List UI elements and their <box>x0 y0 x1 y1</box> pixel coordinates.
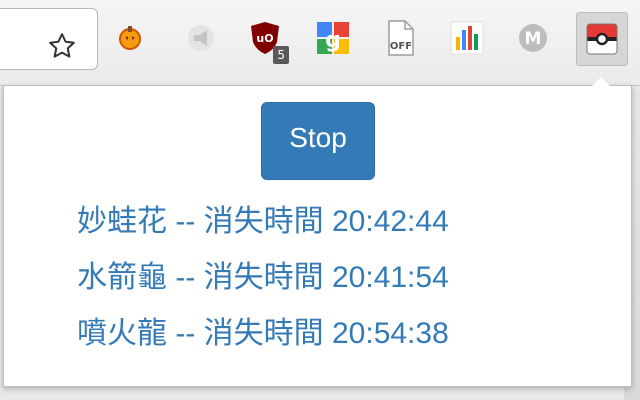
ublock-badge: 5 <box>273 46 289 64</box>
megaphone-extension-icon[interactable] <box>181 18 221 58</box>
browser-toolbar: uO 5 g OFF M <box>0 0 640 86</box>
ublock-origin-icon[interactable]: uO 5 <box>245 18 289 64</box>
bookmark-star-icon[interactable] <box>47 31 77 61</box>
off-label: OFF <box>390 41 412 52</box>
pokeball-extension-icon[interactable] <box>576 12 628 66</box>
chart-extension-icon[interactable] <box>447 18 487 58</box>
popup-arrow <box>592 77 610 86</box>
off-extension-icon[interactable]: OFF <box>380 18 420 58</box>
list-item[interactable]: 妙蛙花 -- 消失時間 20:42:44 <box>77 198 449 254</box>
svg-text:uO: uO <box>256 32 273 45</box>
list-item[interactable]: 噴火龍 -- 消失時間 20:54:38 <box>77 310 449 366</box>
extension-popup: Stop 妙蛙花 -- 消失時間 20:42:44 水箭龜 -- 消失時間 20… <box>3 77 632 387</box>
pokemon-timer-list: 妙蛙花 -- 消失時間 20:42:44 水箭龜 -- 消失時間 20:41:5… <box>77 198 449 366</box>
m-label: M <box>525 29 542 49</box>
m-extension-icon[interactable]: M <box>513 18 553 58</box>
svg-text:g: g <box>325 28 341 53</box>
stop-button[interactable]: Stop <box>261 102 375 180</box>
address-bar[interactable] <box>0 8 98 70</box>
pumpkin-extension-icon[interactable] <box>110 18 150 58</box>
google-extension-icon[interactable]: g <box>313 18 353 58</box>
list-item[interactable]: 水箭龜 -- 消失時間 20:41:54 <box>77 254 449 310</box>
